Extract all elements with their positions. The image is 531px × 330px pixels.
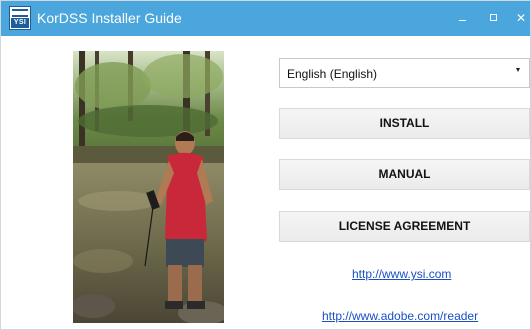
maximize-button[interactable] — [481, 8, 507, 28]
field-photo-image — [73, 51, 224, 323]
license-agreement-button[interactable]: LICENSE AGREEMENT — [279, 211, 530, 242]
field-photo — [73, 51, 224, 323]
minimize-button[interactable] — [449, 8, 475, 28]
install-button[interactable]: INSTALL — [279, 108, 530, 139]
chevron-down-icon — [516, 68, 520, 72]
logo-mark — [12, 9, 28, 17]
close-button[interactable]: ✕ — [508, 8, 531, 28]
manual-button[interactable]: MANUAL — [279, 159, 530, 190]
minimize-icon — [459, 20, 466, 21]
ysi-website-link[interactable]: http://www.ysi.com — [352, 267, 451, 281]
adobe-reader-link[interactable]: http://www.adobe.com/reader — [322, 309, 478, 323]
maximize-icon — [490, 14, 497, 21]
installer-window: YSI KorDSS Installer Guide ✕ English (En… — [0, 0, 531, 330]
language-select-value: English (English) — [287, 67, 378, 81]
window-title: KorDSS Installer Guide — [37, 10, 182, 26]
logo-text: YSI — [11, 18, 29, 28]
close-icon: ✕ — [515, 11, 527, 25]
title-bar[interactable]: YSI KorDSS Installer Guide ✕ — [1, 1, 530, 36]
ysi-logo-icon: YSI — [9, 6, 31, 30]
language-select[interactable]: English (English) — [279, 58, 530, 88]
